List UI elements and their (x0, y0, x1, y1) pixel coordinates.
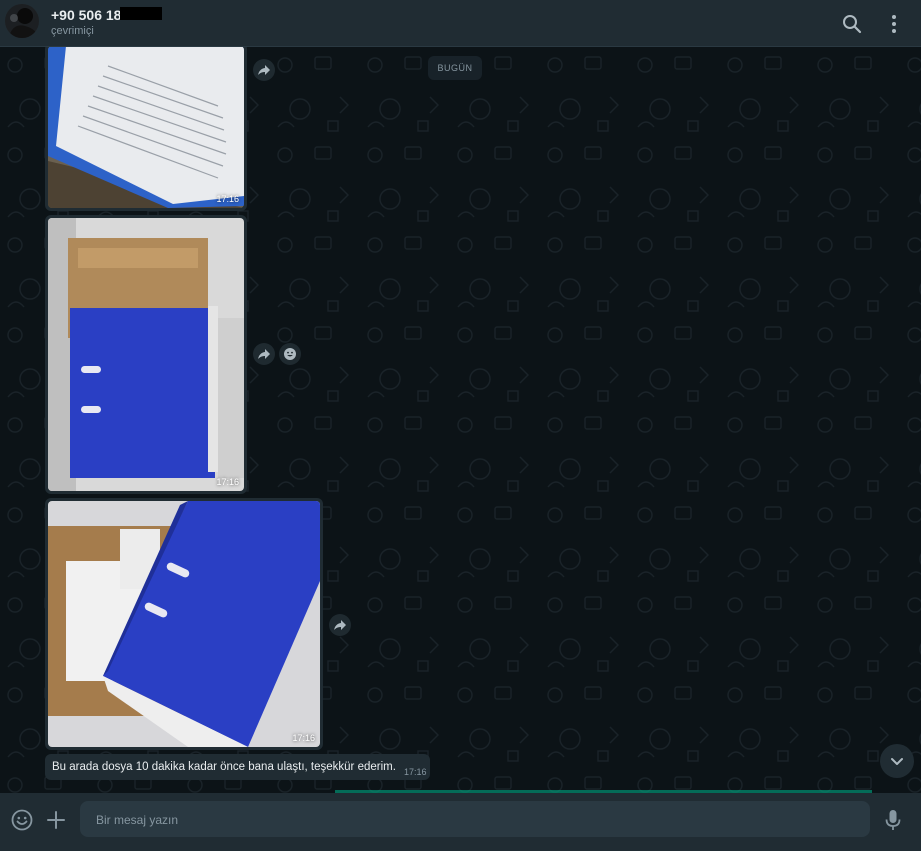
contact-status: çevrimiçi (51, 25, 94, 37)
emoji-icon (284, 348, 296, 360)
forward-icon (258, 65, 270, 75)
message-time: 17:16 (216, 477, 239, 487)
forward-icon (258, 349, 270, 359)
message-time: 17:16 (216, 194, 239, 204)
day-divider: BUGÜN (428, 56, 482, 80)
search-button[interactable] (840, 12, 864, 36)
message-photo (48, 218, 244, 491)
emoji-icon (11, 809, 33, 831)
forward-icon (334, 620, 346, 630)
attach-button[interactable] (43, 807, 69, 833)
forward-button[interactable] (253, 343, 275, 365)
image-message[interactable]: 17:16 (45, 47, 247, 211)
image-message[interactable]: 17:16 (45, 498, 323, 750)
image-message[interactable]: 17:16 (45, 215, 247, 494)
voice-message-button[interactable] (880, 807, 906, 833)
message-text: Bu arada dosya 10 dakika kadar önce bana… (52, 761, 396, 773)
more-vertical-icon (892, 15, 896, 33)
message-list[interactable]: BUGÜN 17:16 17:16 17:16 Bu arada dosya 1… (0, 47, 921, 793)
composer (0, 793, 921, 851)
message-time: 17:16 (292, 733, 315, 743)
message-input-container (80, 801, 870, 839)
contact-name[interactable]: +90 506 181 (51, 7, 129, 23)
text-message[interactable]: Bu arada dosya 10 dakika kadar önce bana… (45, 754, 430, 780)
message-input[interactable] (94, 801, 860, 839)
message-photo (48, 47, 244, 208)
microphone-icon (885, 810, 901, 830)
menu-button[interactable] (882, 12, 906, 36)
chat-header: +90 506 181 çevrimiçi (0, 0, 921, 47)
avatar[interactable] (5, 4, 39, 38)
forward-button[interactable] (253, 59, 275, 81)
message-photo (48, 501, 320, 747)
search-icon (843, 15, 862, 34)
forward-button[interactable] (329, 614, 351, 636)
scroll-to-bottom-button[interactable] (880, 744, 914, 778)
emoji-button[interactable] (9, 807, 35, 833)
redaction-bar (120, 7, 162, 20)
message-time: 17:16 (404, 767, 427, 777)
react-button[interactable] (279, 343, 301, 365)
chevron-down-icon (891, 758, 903, 765)
plus-icon (47, 811, 65, 829)
